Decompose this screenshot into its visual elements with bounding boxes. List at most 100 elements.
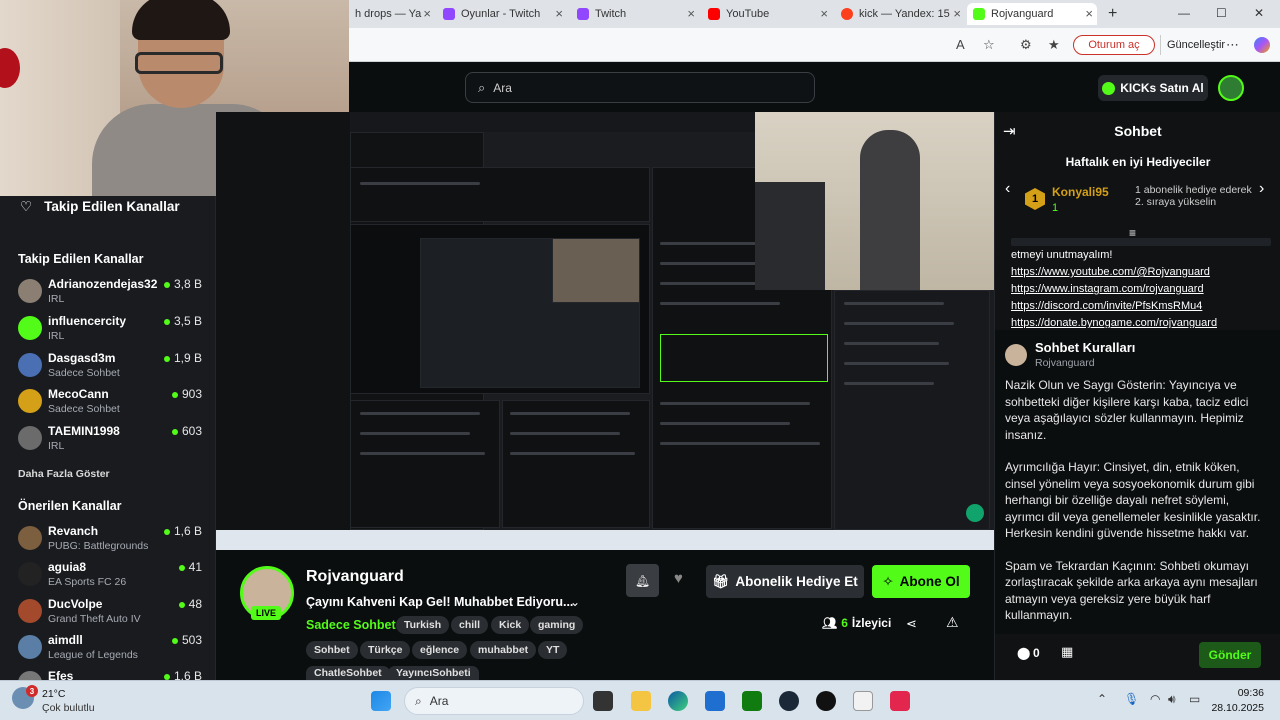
subscribe-button[interactable]: ✧ Abone Ol — [872, 565, 970, 598]
favorites-icon[interactable]: ★ — [1048, 37, 1060, 53]
update-button[interactable]: Güncelleştir — [1160, 35, 1225, 55]
user-avatar[interactable] — [1218, 75, 1244, 101]
microphone-icon[interactable]: 🎙︎ — [1124, 692, 1139, 706]
clock-date[interactable]: 28.10.2025 — [1204, 702, 1264, 714]
sidebar-channel[interactable]: Dasgasd3m Sadece Sohbet 1,9 B — [18, 351, 208, 387]
video-player[interactable] — [216, 112, 994, 550]
obs-icon[interactable] — [816, 691, 836, 711]
minimize-icon[interactable]: — — [1178, 6, 1190, 20]
top-gifter-name[interactable]: Konyali95 — [1052, 185, 1109, 199]
battery-icon[interactable]: ▭ — [1189, 692, 1200, 706]
stream-tag[interactable]: Turkish — [396, 616, 450, 634]
close-icon[interactable]: × — [555, 6, 563, 21]
sidebar-channel[interactable]: aimdll League of Legends 503 — [18, 633, 208, 669]
windows-start-icon[interactable] — [371, 691, 391, 711]
avatar — [18, 426, 42, 450]
read-aloud-icon[interactable]: A — [956, 37, 965, 52]
show-more-link[interactable]: Daha Fazla Göster — [18, 468, 110, 480]
follow-heart-button[interactable]: ♥ — [674, 570, 683, 587]
sidebar-channel[interactable]: TAEMIN1998 IRL 603 — [18, 424, 208, 460]
gift-subscription-button[interactable]: 🎁︎ Abonelik Hediye Et — [706, 565, 864, 598]
store-icon[interactable]: ▦ — [1061, 644, 1073, 660]
taskbar-search-input[interactable]: ⌕ Ara — [404, 687, 584, 715]
browser-tab[interactable]: kick — Yandex: 15 × — [835, 3, 965, 25]
send-button[interactable]: Gönder — [1199, 642, 1261, 668]
stream-tag[interactable]: YT — [538, 641, 568, 659]
sidebar-channel[interactable]: Adrianozendejas32 IRL 3,8 B — [18, 277, 208, 313]
stream-tag[interactable]: gaming — [530, 616, 584, 634]
clock-time[interactable]: 09:36 — [1214, 687, 1264, 699]
chat-footer: ⬤ 0 ▦ Gönder — [995, 634, 1280, 680]
donate-link[interactable]: https://donate.bynogame.com/rojvanguard — [1011, 317, 1217, 328]
signin-button[interactable]: Oturum aç — [1073, 35, 1155, 55]
channel-name[interactable]: Rojvanguard — [306, 568, 404, 586]
stream-tag[interactable]: Türkçe — [360, 641, 411, 659]
stream-tag[interactable]: muhabbet — [470, 641, 537, 659]
edge-browser-icon[interactable] — [668, 691, 688, 711]
copilot-icon[interactable] — [1254, 37, 1270, 53]
kick-coin-icon — [1102, 81, 1116, 95]
camera-feed — [755, 112, 994, 290]
browser-tab[interactable]: Twitch × — [571, 3, 699, 25]
chevron-left-icon[interactable]: ‹ — [1005, 180, 1010, 198]
task-view-icon[interactable] — [593, 691, 613, 711]
close-icon[interactable]: × — [687, 6, 695, 21]
maximize-icon[interactable]: ☐ — [1216, 6, 1227, 20]
chevron-up-icon[interactable]: ⌃ — [1097, 692, 1107, 706]
app-icon[interactable] — [853, 691, 873, 711]
stream-tag[interactable]: Kick — [491, 616, 530, 634]
chevron-down-icon[interactable]: ⌄ — [570, 595, 580, 609]
rules-title: Sohbet Kuralları — [1035, 340, 1136, 355]
windows-taskbar: 3 21°C Çok bulutlu ⌕ Ara ⌃ 🎙︎ ◠ 🔊︎ ▭ 09:… — [0, 680, 1280, 720]
stream-tag[interactable]: ChatleSohbet — [306, 666, 390, 680]
stream-category[interactable]: Sadece Sohbet — [306, 618, 396, 632]
wifi-icon[interactable]: ◠ — [1150, 692, 1160, 706]
heart-icon: ♥ — [674, 570, 683, 587]
favorite-star-icon[interactable]: ☆ — [983, 37, 995, 53]
store-app-icon[interactable] — [705, 691, 725, 711]
browser-tab[interactable]: h drops — Ya × — [349, 3, 435, 25]
search-input[interactable]: ⌕ Ara — [465, 72, 815, 103]
more-menu-icon[interactable]: ⋯ — [1226, 37, 1239, 53]
sidebar-channel[interactable]: influencercity IRL 3,5 B — [18, 314, 208, 350]
chat-panel: ⇥ Sohbet Haftalık en iyi Hediyeciler ‹ ›… — [994, 112, 1280, 680]
instagram-link[interactable]: https://www.instagram.com/rojvanguard — [1011, 283, 1204, 295]
stream-tag[interactable]: eğlence — [412, 641, 468, 659]
stream-tag[interactable]: chill — [451, 616, 489, 634]
close-icon[interactable]: × — [820, 6, 828, 21]
buy-kicks-button[interactable]: KICKs Satın Al — [1098, 75, 1208, 101]
stream-tag[interactable]: Sohbet — [306, 641, 358, 659]
volume-icon[interactable]: 🔊︎ — [1168, 692, 1176, 707]
sidebar-channel[interactable]: MecoCann Sadece Sohbet 903 — [18, 387, 208, 423]
new-tab-button[interactable]: + — [1102, 3, 1122, 25]
sidebar-channel[interactable]: Efes 1,6 B — [18, 669, 208, 680]
close-icon[interactable]: × — [1085, 6, 1093, 21]
discord-link[interactable]: https://discord.com/invite/PfsKmsRMu4 — [1011, 300, 1202, 312]
close-icon[interactable]: × — [953, 6, 961, 21]
sidebar-channel[interactable]: Revanch PUBG: Battlegrounds 1,6 B — [18, 524, 208, 560]
browser-tab[interactable]: YouTube × — [702, 3, 832, 25]
close-icon[interactable]: × — [423, 6, 431, 21]
steam-icon[interactable] — [779, 691, 799, 711]
points-icon[interactable]: ⬤ — [1017, 646, 1030, 660]
browser-tab[interactable]: Oyunlar - Twitch × — [437, 3, 567, 25]
avatar — [18, 562, 42, 586]
share-icon[interactable]: ⋖ — [906, 616, 917, 632]
avatar — [18, 389, 42, 413]
youtube-link[interactable]: https://www.youtube.com/@Rojvanguard — [1011, 266, 1210, 278]
gifter-rank-badge: 1 — [1025, 188, 1045, 210]
avatar — [18, 635, 42, 659]
captured-taskbar — [216, 530, 994, 550]
browser-tab-active[interactable]: Rojvanguard × — [967, 3, 1097, 25]
chevron-right-icon[interactable]: › — [1259, 180, 1264, 198]
file-explorer-icon[interactable] — [631, 691, 651, 711]
report-icon[interactable]: ⚠ — [946, 614, 959, 631]
xbox-icon[interactable] — [742, 691, 762, 711]
sidebar-channel[interactable]: aguia8 EA Sports FC 26 41 — [18, 560, 208, 596]
recording-app-icon[interactable] — [890, 691, 910, 711]
close-window-icon[interactable]: ✕ — [1254, 6, 1264, 20]
avatar — [18, 316, 42, 340]
stream-tag[interactable]: YayıncıSohbeti — [388, 666, 479, 680]
extensions-icon[interactable]: ⚙ — [1020, 37, 1032, 53]
sidebar-channel[interactable]: DucVolpe Grand Theft Auto IV 48 — [18, 597, 208, 633]
